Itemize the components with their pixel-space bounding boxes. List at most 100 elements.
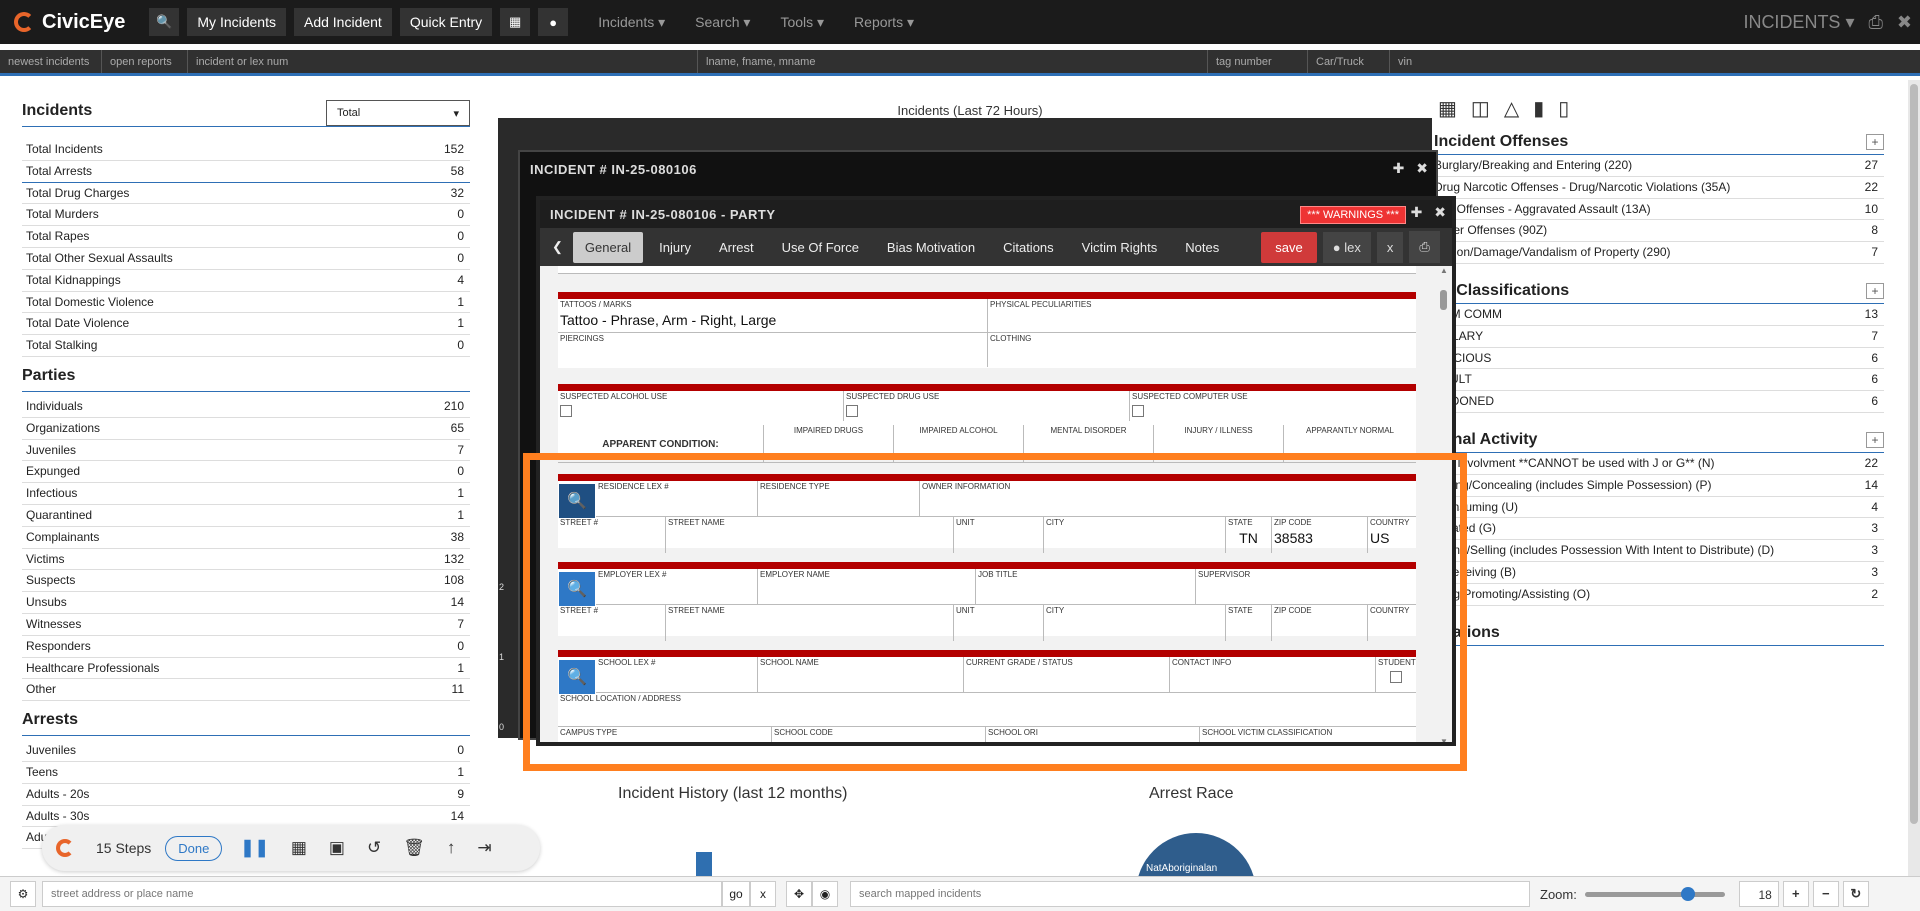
residence-type-field[interactable]: Residence Type: [758, 481, 920, 517]
school-name-field[interactable]: School Name: [758, 657, 964, 693]
stat-row[interactable]: Total Drug Charges 32: [22, 183, 470, 205]
unit-field[interactable]: Unit: [954, 605, 1044, 641]
stat-row[interactable]: Individuals 210: [22, 396, 470, 418]
peculiarities-field[interactable]: Physical Peculiarities: [988, 299, 1416, 333]
list-item[interactable]: ating/Promoting/Assisting (O) 2: [1434, 584, 1884, 606]
stat-row[interactable]: Juveniles 0: [22, 740, 470, 762]
map-pin-icon[interactable]: ◉: [812, 881, 838, 907]
stat-row[interactable]: Total Other Sexual Assaults 0: [22, 248, 470, 270]
condition-option[interactable]: Impaired Alcohol: [894, 425, 1024, 463]
state-field[interactable]: State TN: [1226, 517, 1272, 553]
stat-row[interactable]: Victims 132: [22, 549, 470, 571]
residence-lex-field[interactable]: Residence Lex #: [596, 481, 758, 517]
tattoos-field[interactable]: Tattoos / Marks Tattoo - Phrase, Arm - Ri…: [558, 299, 988, 333]
warnings-badge[interactable]: *** WARNINGS ***: [1300, 206, 1406, 224]
gear-icon[interactable]: ⚙: [10, 881, 36, 907]
city-field[interactable]: City: [1044, 517, 1226, 553]
stat-row[interactable]: Total Date Violence 1: [22, 313, 470, 336]
app-logo[interactable]: CivicEye: [14, 11, 125, 34]
quick-entry-button[interactable]: Quick Entry: [399, 8, 493, 36]
image-icon[interactable]: ▣: [329, 838, 345, 858]
expand-icon[interactable]: ✚: [1393, 160, 1405, 176]
map-icon[interactable]: △: [1504, 96, 1519, 121]
vehicle-type-input[interactable]: Car/Truck: [1308, 50, 1390, 73]
owner-info-field[interactable]: Owner Information: [920, 481, 1416, 517]
refresh-icon[interactable]: ↻: [1842, 881, 1869, 907]
grade-status-field[interactable]: Current Grade / Status: [964, 657, 1170, 693]
expand-icon[interactable]: +: [1866, 431, 1884, 448]
add-incident-button[interactable]: Add Incident: [293, 8, 392, 36]
contact-info-field[interactable]: Contact Info: [1170, 657, 1376, 693]
tab-citations[interactable]: Citations: [991, 232, 1066, 263]
zoom-slider-handle[interactable]: [1680, 886, 1695, 901]
list-item[interactable]: g/Receiving (B) 3: [1434, 562, 1884, 584]
list-item[interactable]: Burglary/Breaking and Entering (220) 27: [1434, 155, 1884, 177]
condition-option[interactable]: Apparantly Normal: [1284, 425, 1416, 463]
zoom-in-button[interactable]: +: [1782, 881, 1809, 907]
clear-address-button[interactable]: x: [750, 881, 776, 907]
page-scroll-thumb[interactable]: [1910, 84, 1918, 824]
condition-option[interactable]: Impaired Drugs: [764, 425, 894, 463]
stat-row[interactable]: Quarantined 1: [22, 505, 470, 527]
stat-row[interactable]: Infectious 1: [22, 483, 470, 505]
zip-field[interactable]: Zip Code 38583: [1272, 517, 1368, 553]
piercings-field[interactable]: Piercings: [558, 333, 988, 367]
city-field[interactable]: City: [1044, 605, 1226, 641]
menu-search[interactable]: Search ▾: [695, 14, 750, 31]
stat-row[interactable]: Organizations 65: [22, 418, 470, 440]
school-location-field[interactable]: School Location / Address: [558, 693, 1416, 727]
save-button[interactable]: save: [1261, 231, 1317, 263]
close-icon[interactable]: ✖: [1416, 160, 1428, 176]
clear-button[interactable]: x: [1376, 231, 1404, 263]
stat-row[interactable]: Total Kidnappings 4: [22, 270, 470, 292]
tab-general[interactable]: General: [572, 231, 644, 263]
list-item[interactable]: Drug Narcotic Offenses - Drug/Narcotic V…: [1434, 177, 1884, 199]
done-button[interactable]: Done: [165, 835, 223, 861]
stat-row[interactable]: Complainants 38: [22, 527, 470, 549]
street-name-field[interactable]: Street Name: [666, 605, 954, 641]
list-item[interactable]: ault Offenses - Aggravated Assault (13A)…: [1434, 199, 1884, 221]
menu-incidents[interactable]: Incidents ▾: [598, 14, 665, 31]
tab-victim-rights[interactable]: Victim Rights: [1070, 232, 1170, 263]
menu-tools[interactable]: Tools ▾: [780, 14, 824, 31]
address-search-input[interactable]: street address or place name: [42, 881, 722, 907]
school-code-field[interactable]: School Code: [772, 727, 986, 742]
stat-row[interactable]: Total Murders 0: [22, 204, 470, 227]
go-button[interactable]: go: [722, 881, 750, 907]
stat-row[interactable]: Suspects 108: [22, 570, 470, 593]
school-lex-field[interactable]: School Lex #: [596, 657, 758, 693]
close-icon[interactable]: ✖: [1434, 204, 1446, 220]
list-item[interactable]: essing/Concealing (includes Simple Posse…: [1434, 475, 1884, 497]
computer-use-checkbox[interactable]: [1132, 405, 1144, 417]
scroll-up-icon[interactable]: ▲: [1440, 266, 1448, 275]
upload-icon[interactable]: ↑: [447, 838, 456, 858]
list-item[interactable]: ang Involvment **CANNOT be used with J o…: [1434, 453, 1884, 475]
my-incidents-button[interactable]: My Incidents: [187, 8, 286, 36]
expand-icon[interactable]: +: [1866, 282, 1884, 299]
stat-row[interactable]: Adults - 20s 9: [22, 784, 470, 806]
vin-search-input[interactable]: vin: [1390, 50, 1920, 73]
campus-type-field[interactable]: Campus Type: [558, 727, 772, 742]
tab-use-of-force[interactable]: Use Of Force: [770, 232, 871, 263]
street-number-field[interactable]: Street #: [558, 605, 666, 641]
mapped-incidents-input[interactable]: search mapped incidents: [850, 881, 1530, 907]
print-icon[interactable]: ⎙: [1409, 231, 1440, 263]
condition-option[interactable]: Mental Disorder: [1024, 425, 1154, 463]
state-field[interactable]: State: [1226, 605, 1272, 641]
book-icon[interactable]: ▯: [1558, 96, 1569, 121]
supervisor-field[interactable]: Supervisor: [1196, 569, 1416, 605]
crosshair-icon[interactable]: ✥: [786, 881, 812, 907]
clothing-field[interactable]: Clothing: [988, 333, 1416, 367]
list-item[interactable]: ruction/Damage/Vandalism of Property (29…: [1434, 242, 1884, 264]
stat-row[interactable]: Healthcare Professionals 1: [22, 658, 470, 680]
list-item[interactable]: /Consuming (U) 4: [1434, 497, 1884, 519]
incident-search-input[interactable]: incident or lex num: [188, 50, 698, 73]
school-lookup-button[interactable]: 🔍: [559, 660, 595, 694]
skip-icon[interactable]: ⇥: [477, 838, 491, 858]
list-item[interactable]: SPICIOUS 6: [1434, 348, 1884, 370]
drug-use-checkbox[interactable]: [846, 405, 858, 417]
close-icon[interactable]: ✖: [1897, 12, 1912, 33]
list-item[interactable]: ANDONED 6: [1434, 391, 1884, 413]
stat-row[interactable]: Total Stalking 0: [22, 335, 470, 357]
school-victim-class-field[interactable]: School Victim Classification: [1200, 727, 1416, 742]
